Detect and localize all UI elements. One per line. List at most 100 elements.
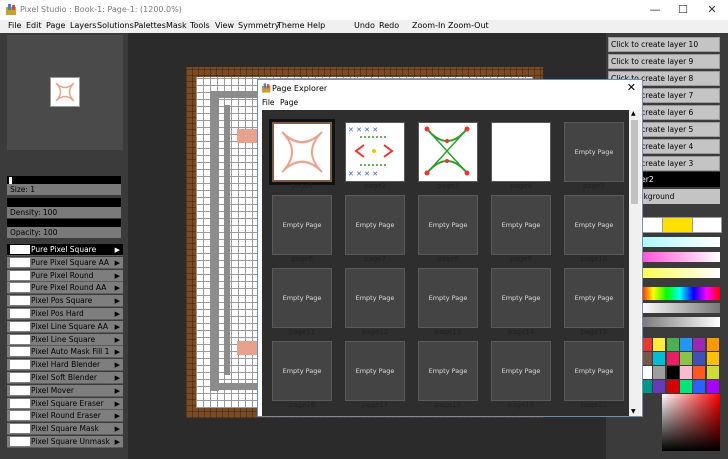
tool-arrow-icon[interactable]: ▶	[115, 346, 120, 358]
tool-item[interactable]: Pixel Hard Blender ▶	[7, 359, 123, 372]
color-picker-square[interactable]	[662, 394, 720, 451]
tool-item[interactable]: Pixel Square Eraser ▶	[7, 397, 123, 410]
menu-zoom-out[interactable]: Zoom-Out	[448, 21, 489, 30]
palette-swatch[interactable]	[653, 366, 666, 379]
magenta-slider[interactable]	[640, 252, 720, 262]
page-thumbnail[interactable]: Empty Page	[345, 268, 405, 328]
tool-arrow-icon[interactable]: ▶	[115, 282, 120, 294]
palette-swatch[interactable]	[666, 366, 679, 379]
menu-symmetry[interactable]: Symmetry	[238, 21, 279, 30]
palette-swatch[interactable]	[679, 380, 692, 393]
page-thumbnail[interactable]: Empty Page	[491, 268, 551, 328]
page-thumbnail[interactable]: Empty Page	[418, 195, 478, 255]
menu-edit[interactable]: Edit	[26, 21, 42, 30]
palette-swatch[interactable]	[693, 352, 706, 365]
page-thumbnail[interactable]: Empty Page	[418, 268, 478, 328]
page-thumbnail[interactable]: Empty Page	[345, 195, 405, 255]
menu-palettes[interactable]: Palettes	[134, 21, 166, 30]
tool-arrow-icon[interactable]: ▶	[115, 321, 120, 333]
tool-item[interactable]: Pixel Mover ▶	[7, 384, 123, 397]
tool-arrow-icon[interactable]: ▶	[115, 308, 120, 320]
page-thumbnail[interactable]: Empty Page	[272, 195, 332, 255]
palette-swatch[interactable]	[653, 380, 666, 393]
menu-mask[interactable]: Mask	[166, 21, 187, 30]
tool-arrow-icon[interactable]: ▶	[115, 257, 120, 269]
tool-item[interactable]: Pixel Auto Mask Fill 1 ▶	[7, 346, 123, 359]
palette-swatch[interactable]	[693, 338, 706, 351]
tool-item[interactable]: Pixel Pos Hard ▶	[7, 308, 123, 320]
palette-swatch[interactable]	[653, 352, 666, 365]
tool-arrow-icon[interactable]: ▶	[115, 270, 120, 282]
menu-undo[interactable]: Undo	[354, 21, 375, 30]
value-slider[interactable]	[640, 303, 720, 313]
palette-swatch[interactable]	[706, 338, 719, 351]
palette-swatch[interactable]	[706, 380, 719, 393]
background-color-swatch[interactable]	[662, 217, 694, 233]
alpha-slider[interactable]	[640, 317, 720, 327]
palette-swatch[interactable]	[679, 366, 692, 379]
palette-swatch[interactable]	[693, 380, 706, 393]
alt-color-swatch[interactable]	[692, 217, 722, 233]
tool-arrow-icon[interactable]: ▶	[115, 244, 120, 256]
tool-item[interactable]: Pixel Round Eraser ▶	[7, 410, 123, 423]
page-thumbnail[interactable]	[491, 122, 551, 182]
tool-arrow-icon[interactable]: ▶	[115, 385, 120, 397]
scroll-down-arrow[interactable]: ▼	[631, 408, 636, 415]
menu-page[interactable]: Page	[46, 21, 65, 30]
menu-view[interactable]: View	[215, 21, 234, 30]
tool-arrow-icon[interactable]: ▶	[115, 436, 120, 448]
menu-tools[interactable]: Tools	[190, 21, 210, 30]
dialog-menu-file[interactable]: File	[262, 98, 275, 107]
scroll-up-arrow[interactable]: ▲	[631, 110, 636, 117]
tool-arrow-icon[interactable]: ▶	[115, 295, 120, 307]
tool-arrow-icon[interactable]: ▶	[115, 334, 120, 346]
tool-item[interactable]: Pixel Square Mask ▶	[7, 423, 123, 436]
palette-swatch[interactable]	[666, 352, 679, 365]
page-thumbnail[interactable]: Empty Page	[418, 341, 478, 401]
palette-swatch[interactable]	[706, 366, 719, 379]
tool-item[interactable]: Pure Pixel Round ▶	[7, 269, 123, 282]
page-thumbnail[interactable]	[418, 122, 478, 182]
menu-redo[interactable]: Redo	[379, 21, 399, 30]
page-thumbnail[interactable]: Empty Page	[345, 341, 405, 401]
tool-arrow-icon[interactable]: ▶	[115, 398, 120, 410]
tool-arrow-icon[interactable]: ▶	[115, 410, 120, 422]
tool-item[interactable]: Pixel Line Square ▶	[7, 333, 123, 346]
create-layer-button[interactable]: Click to create layer 10	[608, 37, 720, 52]
foreground-color-swatch[interactable]	[640, 217, 664, 233]
page-thumbnail[interactable]: Empty Page	[272, 341, 332, 401]
create-layer-button[interactable]: Click to create layer 9	[608, 54, 720, 69]
page-thumbnail[interactable]	[269, 119, 335, 185]
cyan-slider[interactable]	[640, 237, 720, 247]
page-thumbnail[interactable]: Empty Page	[564, 341, 624, 401]
palette-swatch[interactable]	[679, 338, 692, 351]
page-thumbnail[interactable]: ✕ ✕ ✕ ✕ ✕ ✕ ✕ ✕	[345, 122, 405, 182]
tool-item[interactable]: Pixel Soft Blender ▶	[7, 372, 123, 384]
dialog-close-button[interactable]: ✕	[627, 81, 636, 94]
page-thumbnail[interactable]: Empty Page	[272, 268, 332, 328]
tool-item[interactable]: Pixel Line Square AA ▶	[7, 320, 123, 333]
minimize-button[interactable]: —	[641, 0, 669, 20]
close-button[interactable]: ✕	[698, 0, 726, 20]
tool-arrow-icon[interactable]: ▶	[115, 423, 120, 435]
palette-swatch[interactable]	[706, 352, 719, 365]
page-thumbnail[interactable]: Empty Page	[491, 341, 551, 401]
tool-arrow-icon[interactable]: ▶	[115, 372, 120, 384]
scroll-thumb[interactable]	[631, 120, 638, 204]
hue-slider[interactable]	[640, 287, 720, 300]
tool-item[interactable]: Pure Pixel Square ▶	[7, 244, 123, 256]
tool-item[interactable]: Pure Pixel Round AA ▶	[7, 282, 123, 295]
tool-item[interactable]: Pure Pixel Square AA ▶	[7, 256, 123, 269]
palette-swatch[interactable]	[666, 338, 679, 351]
tool-arrow-icon[interactable]: ▶	[115, 359, 120, 371]
palette-swatch[interactable]	[653, 338, 666, 351]
page-thumbnail[interactable]: Empty Page	[564, 195, 624, 255]
menu-help[interactable]: Help	[307, 21, 325, 30]
menu-file[interactable]: File	[8, 21, 21, 30]
tool-item[interactable]: Pixel Square Unmask ▶	[7, 436, 123, 448]
menu-layers[interactable]: Layers	[70, 21, 96, 30]
palette-swatch[interactable]	[679, 352, 692, 365]
page-thumbnail[interactable]: Empty Page	[564, 122, 624, 182]
menu-theme[interactable]: Theme	[277, 21, 305, 30]
palette-swatch[interactable]	[666, 380, 679, 393]
